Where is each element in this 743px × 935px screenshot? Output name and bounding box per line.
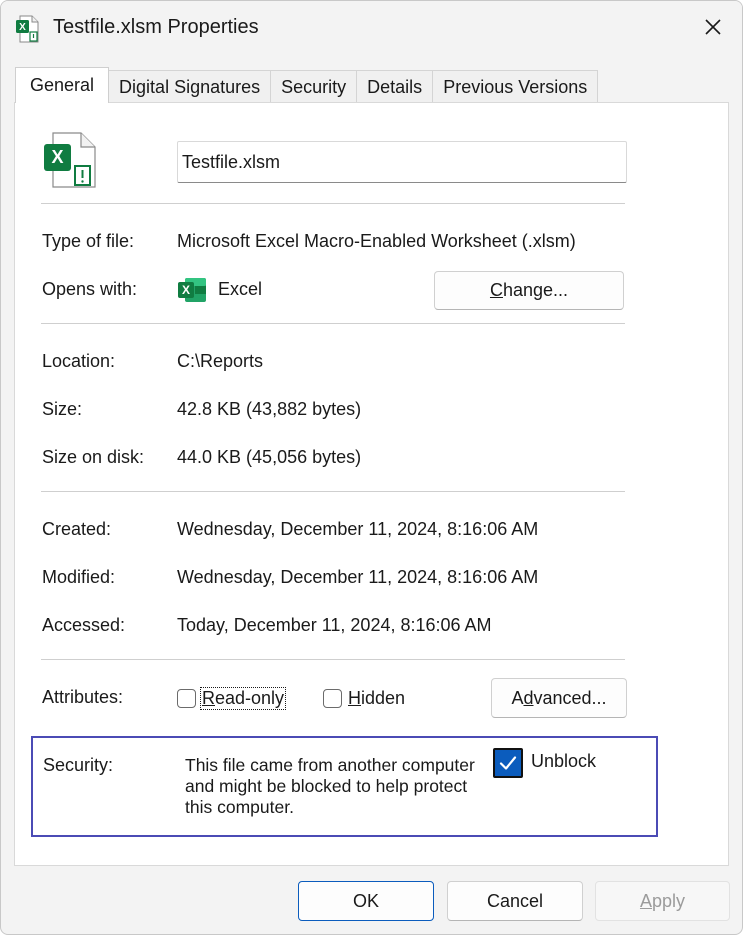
button-label: Cancel	[486, 890, 544, 911]
window-title: Testfile.xlsm Properties	[53, 16, 259, 38]
hidden-label[interactable]: Hidden	[348, 688, 405, 709]
excel-macro-file-icon: X	[16, 15, 39, 43]
properties-dialog: X Testfile.xlsm Properties General Digit…	[0, 0, 743, 935]
separator	[41, 323, 625, 324]
created-value: Wednesday, December 11, 2024, 8:16:06 AM	[177, 519, 539, 539]
type-of-file-label: Type of file:	[42, 231, 135, 251]
checkmark-icon	[499, 756, 517, 770]
svg-text:X: X	[182, 283, 190, 297]
excel-macro-file-icon: X	[44, 132, 96, 188]
svg-text:X: X	[19, 22, 26, 33]
apply-button[interactable]: Apply	[595, 881, 730, 921]
button-label: A	[511, 687, 524, 708]
tab-label: Digital Signatures	[119, 76, 261, 97]
close-icon	[705, 19, 721, 35]
button-label: pply	[651, 890, 686, 911]
type-of-file-value: Microsoft Excel Macro-Enabled Worksheet …	[177, 231, 576, 251]
size-value: 42.8 KB (43,882 bytes)	[177, 399, 362, 419]
svg-text:X: X	[51, 147, 63, 167]
label-text: ead-only	[215, 688, 285, 708]
tab-security[interactable]: Security	[270, 70, 358, 103]
tab-details[interactable]: Details	[356, 70, 434, 103]
security-section: Security: This file came from another co…	[31, 736, 658, 837]
unblock-checkbox[interactable]	[493, 748, 523, 778]
tab-previous-versions[interactable]: Previous Versions	[432, 70, 599, 103]
tab-label: Security	[281, 76, 347, 97]
modified-label: Modified:	[42, 567, 116, 587]
accessed-label: Accessed:	[42, 615, 126, 635]
unblock-label[interactable]: Unblock	[531, 751, 596, 772]
general-tab-panel: X Type of file: Microsoft Excel Macro-En…	[14, 102, 729, 866]
label-text: idden	[361, 688, 406, 708]
label-accelerator: H	[348, 688, 361, 708]
size-on-disk-value: 44.0 KB (45,056 bytes)	[177, 447, 362, 467]
button-label: vanced...	[533, 687, 607, 708]
label-accelerator: R	[202, 688, 215, 708]
location-value: C:\Reports	[177, 351, 264, 371]
button-accelerator: A	[639, 890, 652, 911]
tab-label: Previous Versions	[443, 76, 588, 97]
opens-with-label: Opens with:	[42, 279, 138, 299]
tab-digital-signatures[interactable]: Digital Signatures	[108, 70, 272, 103]
close-button[interactable]	[691, 7, 735, 47]
tab-label: General	[30, 75, 95, 95]
hidden-checkbox[interactable]	[323, 689, 342, 708]
tab-label: Details	[367, 76, 423, 97]
button-accelerator: C	[489, 280, 503, 300]
tab-strip: General Digital Signatures Security Deta…	[15, 67, 599, 103]
opens-with-value: Excel	[218, 279, 263, 299]
button-accelerator: d	[523, 687, 534, 708]
read-only-checkbox[interactable]	[177, 689, 196, 708]
button-label: hange...	[502, 280, 569, 300]
separator	[41, 491, 625, 492]
title-bar[interactable]: X Testfile.xlsm Properties	[1, 1, 742, 55]
size-label: Size:	[42, 399, 83, 419]
created-label: Created:	[42, 519, 112, 539]
cancel-button[interactable]: Cancel	[447, 881, 583, 921]
attributes-label: Attributes:	[42, 687, 124, 707]
change-button[interactable]: Change...	[434, 271, 624, 310]
advanced-button[interactable]: Ad vanced...	[491, 678, 627, 718]
security-message: This file came from another computer and…	[185, 755, 475, 817]
excel-app-icon: X	[178, 278, 206, 302]
security-label: Security:	[43, 755, 114, 775]
modified-value: Wednesday, December 11, 2024, 8:16:06 AM	[177, 567, 539, 587]
button-label: OK	[352, 890, 379, 911]
location-label: Location:	[42, 351, 116, 371]
accessed-value: Today, December 11, 2024, 8:16:06 AM	[177, 615, 492, 635]
ok-button[interactable]: OK	[298, 881, 434, 921]
tab-general[interactable]: General	[15, 67, 110, 103]
separator	[41, 659, 625, 660]
file-name-input[interactable]	[177, 141, 627, 183]
separator	[41, 203, 625, 204]
read-only-label[interactable]: Read-only	[200, 687, 287, 710]
size-on-disk-label: Size on disk:	[42, 447, 145, 467]
